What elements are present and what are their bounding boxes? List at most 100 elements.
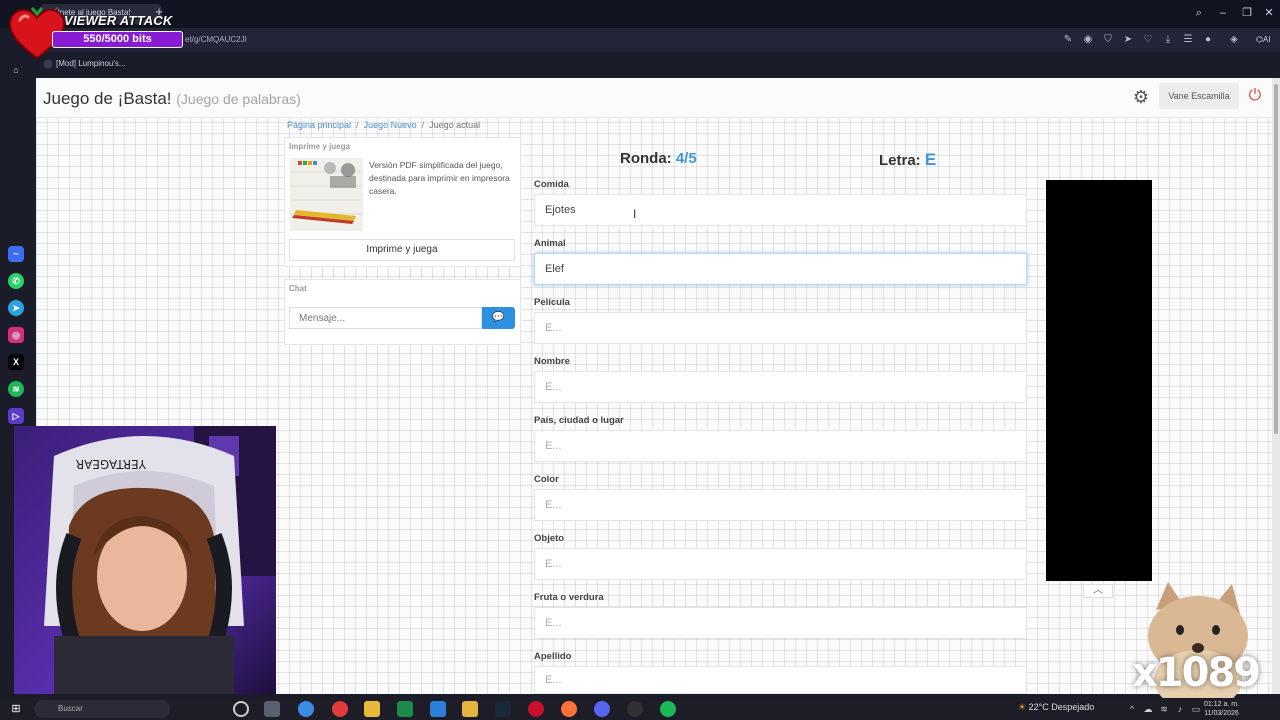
chat-send-icon[interactable]: 💬 (482, 307, 515, 329)
clock-time: 01:12 a. m. (1204, 701, 1240, 708)
field-label-apellido: Apellido (534, 651, 572, 662)
breadcrumb-home[interactable]: Página principal (287, 120, 351, 130)
heart-icon[interactable]: ♡ (1141, 33, 1155, 47)
edit-icon[interactable]: ✎ (1061, 33, 1075, 47)
profile-icon[interactable]: ● (1201, 33, 1215, 47)
bits-progress-bar: 550/5000 bits (52, 31, 183, 48)
extension-icon[interactable]: ◈ (1227, 33, 1241, 47)
chat-message-input[interactable] (289, 307, 482, 329)
cat-count-label: x1089 (1132, 650, 1261, 696)
start-icon[interactable]: ⊞ (8, 701, 24, 717)
field-input-animal[interactable] (534, 253, 1027, 285)
field-input-fruta[interactable] (534, 607, 1027, 639)
letter-label: Letra: (879, 152, 921, 169)
print-and-play-button[interactable]: Imprime y juega (289, 239, 515, 261)
player-icon[interactable]: ▷ (8, 408, 24, 424)
weather-text: 22°C Despejado (1028, 702, 1095, 712)
field-label-pelicula: Película (534, 297, 570, 308)
x-icon[interactable]: X (8, 354, 24, 370)
search-tabs-icon[interactable]: ⌕ (1188, 5, 1210, 21)
spotify-icon[interactable]: ≋ (8, 381, 24, 397)
logout-power-icon[interactable]: ⏻ (1244, 85, 1266, 107)
viewer-attack-title: VIEWER ATTACK (64, 13, 173, 28)
field-input-objeto[interactable] (534, 548, 1027, 580)
page-title: Juego de ¡Basta! (Juego de palabras) (43, 89, 301, 109)
round-label: Ronda: (620, 150, 672, 167)
home-icon[interactable]: ⌂ (8, 62, 24, 78)
weather-widget[interactable]: ☀ 22°C Despejado (1018, 702, 1094, 713)
field-label-objeto: Objeto (534, 533, 565, 544)
print-panel-title: Imprime y juega (289, 142, 350, 151)
field-input-apellido[interactable] (534, 666, 1027, 694)
page-title-text: Juego de ¡Basta! (43, 89, 172, 108)
field-input-pais[interactable] (534, 430, 1027, 462)
edge-icon[interactable] (298, 701, 314, 717)
scrollbar-thumb[interactable] (1274, 84, 1278, 434)
field-input-pelicula[interactable] (534, 312, 1027, 344)
opera-icon[interactable] (332, 701, 348, 717)
camera-icon[interactable]: ◉ (1081, 33, 1095, 47)
network-icon[interactable]: ≋ (1156, 701, 1172, 717)
browser-titlebar (0, 0, 1280, 28)
aria-ai-button[interactable]: ⌬AI (1256, 33, 1280, 47)
maximize-button[interactable]: ❐ (1236, 5, 1258, 21)
field-label-animal: Animal (534, 238, 566, 249)
cortana-icon[interactable] (233, 701, 249, 717)
minimize-button[interactable]: – (1212, 5, 1234, 21)
mail-icon[interactable] (430, 701, 446, 717)
telegram-icon[interactable]: ➤ (8, 300, 24, 316)
page-subtitle: (Juego de palabras) (176, 91, 301, 107)
whatsapp-icon[interactable]: ✆ (8, 273, 24, 289)
taskbar-search[interactable]: Buscar (34, 700, 170, 718)
field-input-color[interactable] (534, 489, 1027, 521)
close-window-button[interactable]: ✕ (1258, 5, 1280, 21)
volume-icon[interactable]: ♪ (1172, 701, 1188, 717)
obs-icon[interactable] (627, 701, 643, 717)
field-label-fruta: Fruta o verdura (534, 592, 604, 603)
user-name-button[interactable]: Vane Escamilla (1159, 83, 1239, 109)
breadcrumb-separator: / (421, 120, 425, 130)
excel-icon[interactable] (397, 701, 413, 717)
explorer-icon[interactable] (462, 701, 478, 717)
taskbar-clock[interactable]: 01:12 a. m. 11/03/2026 (1204, 700, 1239, 718)
breadcrumb-new-game[interactable]: Juego Nuevo (364, 120, 417, 130)
weather-icon: ☀ (1018, 702, 1027, 712)
text-cursor-icon: I (633, 207, 637, 221)
bookmarks-bar (32, 55, 1280, 76)
field-label-nombre: Nombre (534, 356, 570, 367)
tray-chevron-icon[interactable]: ^ (1124, 701, 1140, 717)
aria-label: AI (1262, 35, 1271, 44)
opera-gx-icon[interactable] (528, 701, 544, 717)
field-input-comida[interactable] (534, 194, 1027, 226)
battery-icon[interactable]: ▭ (1188, 701, 1204, 717)
steam-icon[interactable] (495, 701, 511, 717)
tray-app-icon[interactable]: ☁ (1140, 701, 1156, 717)
bookmark-label: [Mod] Lumpinou's... (56, 59, 126, 68)
messenger-icon[interactable]: ~ (8, 246, 24, 262)
field-label-pais: País, ciudad o lugar (534, 415, 624, 426)
round-value: 4/5 (675, 150, 697, 167)
field-input-nombre[interactable] (534, 371, 1027, 403)
menu-icon[interactable]: ☰ (1181, 33, 1195, 47)
firefox-icon[interactable] (561, 701, 577, 717)
discord-icon[interactable] (594, 701, 610, 717)
instagram-icon[interactable]: ◎ (8, 327, 24, 343)
download-icon[interactable]: ⤓ (1161, 33, 1175, 47)
ad-banner (1046, 180, 1152, 581)
send-icon[interactable]: ➤ (1121, 33, 1135, 47)
chat-title: Chat (289, 284, 307, 293)
url-text[interactable]: et/g/CMQAUC2JI (185, 35, 247, 44)
letter-indicator: Letra: E (879, 150, 936, 170)
store-icon[interactable] (364, 701, 380, 717)
print-description: Versión PDF simplificada del juego, dest… (369, 160, 510, 196)
chevron-up-icon[interactable]: ︿ (1083, 584, 1113, 598)
webcam-overlay: YERTAGEAR (14, 426, 276, 694)
field-label-color: Color (534, 474, 559, 485)
task-view-icon[interactable] (264, 701, 280, 717)
shield-icon[interactable]: ⛉ (1101, 33, 1115, 47)
settings-gear-icon[interactable]: ⚙ (1131, 87, 1151, 107)
breadcrumb-current: Juego actual (429, 120, 481, 130)
clock-date: 11/03/2026 (1204, 710, 1239, 717)
spotify-taskbar-icon[interactable] (660, 701, 676, 717)
breadcrumb: Página principal / Juego Nuevo / Juego actua… (287, 120, 480, 130)
